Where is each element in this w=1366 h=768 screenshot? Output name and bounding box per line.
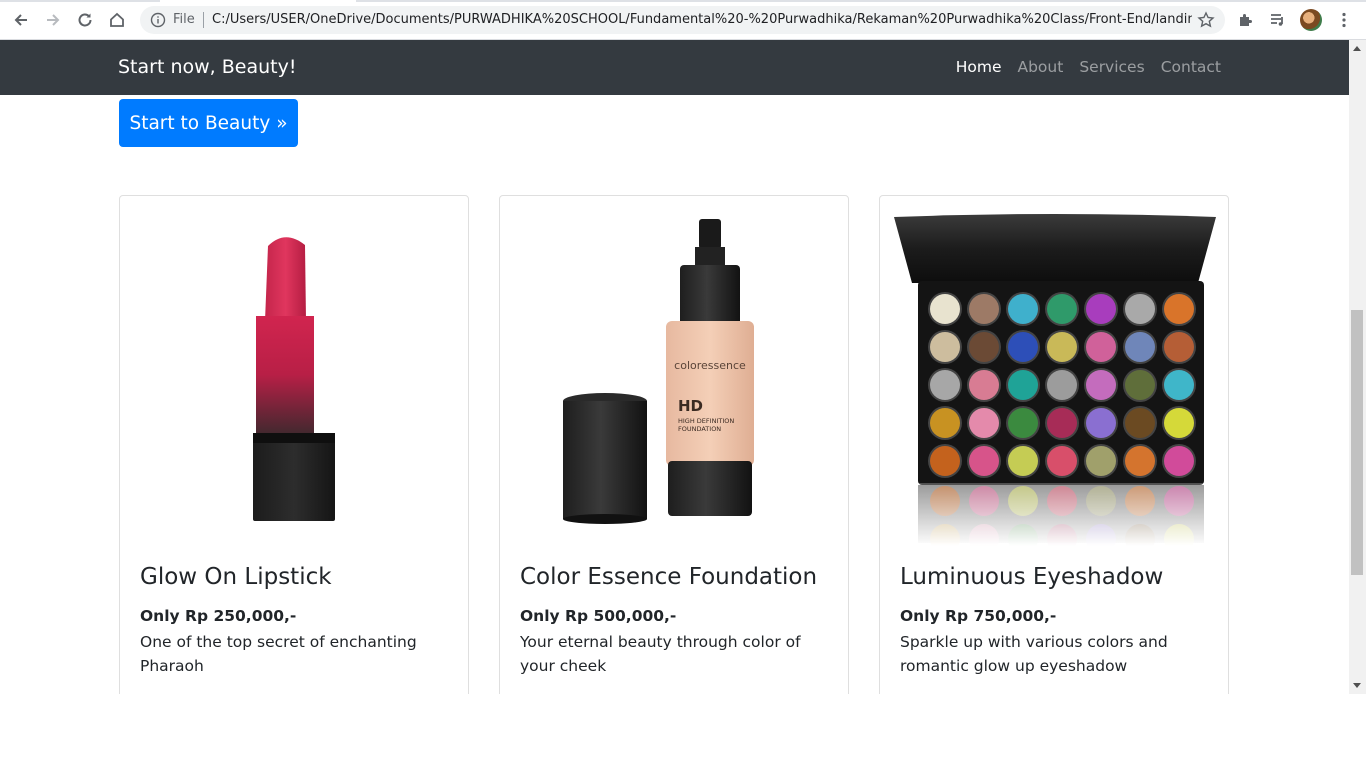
forward-arrow-icon: [47, 14, 60, 26]
product-description: One of the top secret of enchanting Phar…: [140, 633, 417, 675]
product-price: Only Rp 750,000,-: [900, 607, 1057, 625]
product-description: Your eternal beauty through color of you…: [520, 633, 801, 675]
browser-toolbar: File C:/Users/USER/OneDrive/Documents/PU…: [0, 0, 1366, 40]
reload-button[interactable]: [72, 8, 98, 32]
profile-avatar[interactable]: [1300, 9, 1322, 31]
nav-link-home[interactable]: Home: [956, 58, 1002, 76]
eyeshadow-palette-icon: [894, 214, 1216, 546]
reload-icon: [78, 13, 92, 27]
product-card-foundation: coloressence HD HIGH DEFINITION FOUNDATI…: [499, 195, 849, 694]
site-navbar: Start now, Beauty! Home About Services C…: [0, 40, 1349, 95]
forward-button[interactable]: [40, 8, 66, 32]
product-description: Sparkle up with various colors and roman…: [900, 633, 1168, 675]
scroll-thumb[interactable]: [1351, 310, 1363, 575]
back-arrow-icon: [14, 14, 27, 26]
eyeshadow-image[interactable]: [890, 211, 1220, 546]
product-price: Only Rp 500,000,-: [520, 607, 677, 625]
playlist-icon: [1271, 14, 1283, 26]
foundation-line2-text: HIGH DEFINITION: [678, 417, 734, 425]
extensions-button[interactable]: [1236, 10, 1256, 30]
back-button[interactable]: [8, 8, 34, 32]
bookmark-star-icon[interactable]: [1197, 11, 1215, 29]
lipstick-icon: [253, 237, 335, 521]
scheme-label: File: [173, 12, 195, 27]
start-to-beauty-button[interactable]: Start to Beauty »: [119, 99, 298, 147]
product-title: Luminuous Eyeshadow: [900, 564, 1164, 590]
puzzle-icon: [1240, 14, 1252, 26]
scroll-down-arrow-icon[interactable]: [1353, 683, 1361, 688]
nav-link-contact[interactable]: Contact: [1161, 58, 1221, 76]
product-title: Glow On Lipstick: [140, 564, 332, 590]
product-card-eyeshadow: Luminuous Eyeshadow Only Rp 750,000,- Sp…: [879, 195, 1229, 694]
foundation-brand-text: coloressence: [674, 359, 746, 372]
page-viewport: Start now, Beauty! Home About Services C…: [0, 40, 1349, 694]
url-text[interactable]: C:/Users/USER/OneDrive/Documents/PURWADH…: [212, 12, 1192, 27]
tab-strip: [0, 0, 1366, 2]
nav-link-services[interactable]: Services: [1079, 58, 1144, 76]
navbar-brand[interactable]: Start now, Beauty!: [118, 56, 296, 78]
product-price: Only Rp 250,000,-: [140, 607, 297, 625]
foundation-bottle-icon: coloressence HD HIGH DEFINITION FOUNDATI…: [563, 219, 754, 524]
home-icon: [110, 12, 124, 27]
divider: [203, 12, 204, 28]
foundation-hd-text: HD: [678, 397, 703, 415]
lipstick-image[interactable]: [130, 211, 460, 546]
menu-button[interactable]: [1334, 10, 1354, 30]
address-bar[interactable]: File C:/Users/USER/OneDrive/Documents/PU…: [140, 6, 1225, 34]
blank-area: [0, 694, 1366, 768]
kebab-menu-icon: [1342, 12, 1346, 28]
home-button[interactable]: [104, 8, 130, 32]
foundation-line3-text: FOUNDATION: [678, 425, 721, 433]
scroll-up-arrow-icon[interactable]: [1353, 46, 1361, 51]
page-scrollbar[interactable]: [1349, 40, 1366, 694]
media-control-button[interactable]: [1268, 10, 1288, 30]
product-card-lipstick: Glow On Lipstick Only Rp 250,000,- One o…: [119, 195, 469, 694]
nav-link-about[interactable]: About: [1017, 58, 1063, 76]
nav-links: Home About Services Contact: [956, 58, 1221, 76]
foundation-image[interactable]: coloressence HD HIGH DEFINITION FOUNDATI…: [510, 211, 840, 546]
product-title: Color Essence Foundation: [520, 564, 818, 590]
info-icon[interactable]: [150, 12, 166, 28]
